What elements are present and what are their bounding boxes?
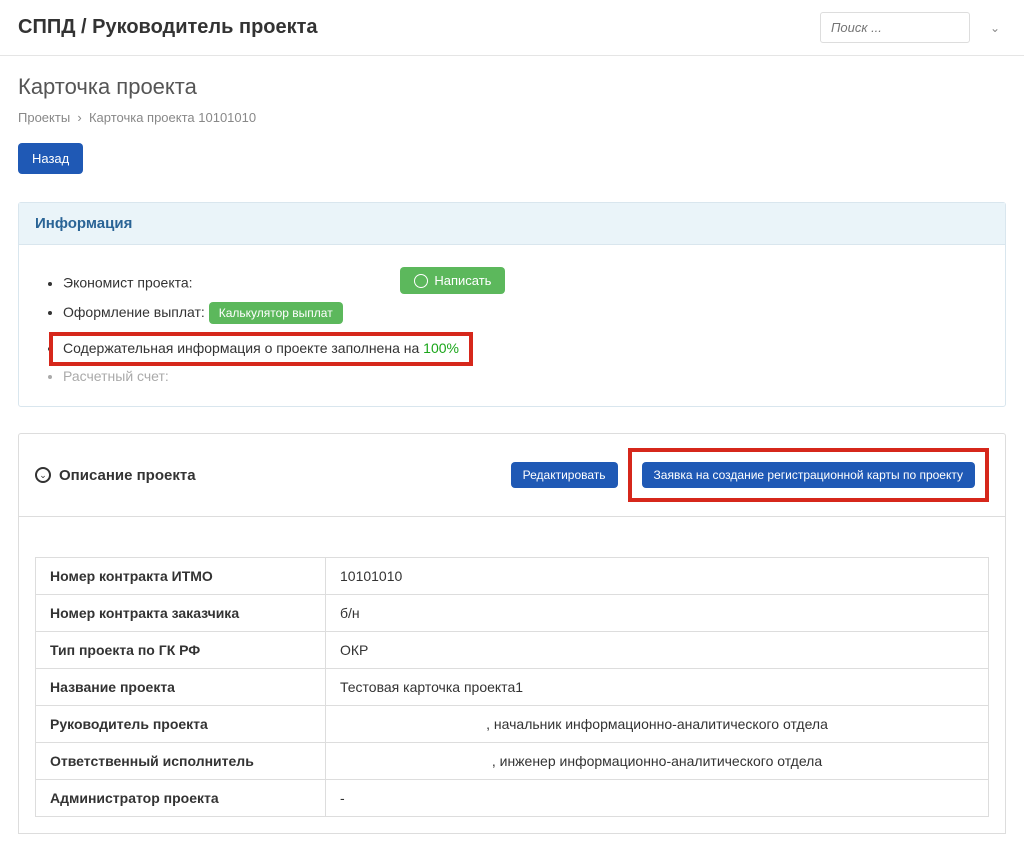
breadcrumb-current: Карточка проекта 10101010 bbox=[89, 110, 256, 125]
chevron-circle-icon[interactable]: ⌄ bbox=[35, 467, 51, 483]
back-button[interactable]: Назад bbox=[18, 143, 83, 174]
chevron-down-icon[interactable]: ⌄ bbox=[984, 21, 1006, 35]
table-row: Название проектаТестовая карточка проект… bbox=[36, 669, 989, 706]
account-label: Расчетный счет: bbox=[63, 368, 169, 384]
row-label: Администратор проекта bbox=[36, 780, 326, 817]
create-registration-card-button[interactable]: Заявка на создание регистрационной карты… bbox=[642, 462, 975, 488]
table-row: Номер контракта заказчикаб/н bbox=[36, 595, 989, 632]
row-label: Тип проекта по ГК РФ bbox=[36, 632, 326, 669]
list-item: Содержательная информация о проекте запо… bbox=[63, 328, 981, 370]
table-row: Руководитель проекта, начальник информац… bbox=[36, 706, 989, 743]
row-label: Ответственный исполнитель bbox=[36, 743, 326, 780]
page-title: Карточка проекта bbox=[18, 74, 1006, 100]
table-row: Тип проекта по ГК РФОКР bbox=[36, 632, 989, 669]
payments-label: Оформление выплат: bbox=[63, 304, 205, 320]
list-item: Экономист проекта: Написать bbox=[63, 263, 981, 298]
row-label: Номер контракта заказчика bbox=[36, 595, 326, 632]
row-label: Номер контракта ИТМО bbox=[36, 558, 326, 595]
row-value: 10101010 bbox=[326, 558, 989, 595]
app-title: СППД / Руководитель проекта bbox=[18, 16, 318, 39]
write-button[interactable]: Написать bbox=[400, 267, 505, 294]
row-value: - bbox=[326, 780, 989, 817]
list-item: Оформление выплат: Калькулятор выплат bbox=[63, 298, 981, 328]
economist-label: Экономист проекта: bbox=[63, 275, 193, 291]
row-value: б/н bbox=[326, 595, 989, 632]
row-value: Тестовая карточка проекта1 bbox=[326, 669, 989, 706]
row-value: , инженер информационно-аналитического о… bbox=[326, 743, 989, 780]
row-label: Руководитель проекта bbox=[36, 706, 326, 743]
breadcrumb: Проекты › Карточка проекта 10101010 bbox=[18, 110, 1006, 125]
row-value: ОКР bbox=[326, 632, 989, 669]
message-icon bbox=[414, 274, 428, 288]
description-section-title: Описание проекта bbox=[59, 467, 503, 484]
calculator-button[interactable]: Калькулятор выплат bbox=[209, 302, 343, 324]
search-input[interactable] bbox=[820, 12, 970, 43]
highlighted-create-card: Заявка на создание регистрационной карты… bbox=[628, 448, 989, 502]
row-label: Название проекта bbox=[36, 669, 326, 706]
table-row: Номер контракта ИТМО10101010 bbox=[36, 558, 989, 595]
row-value: , начальник информационно-аналитического… bbox=[326, 706, 989, 743]
completion-percent: 100% bbox=[423, 340, 459, 356]
breadcrumb-root[interactable]: Проекты bbox=[18, 110, 70, 125]
highlighted-completion-info: Содержательная информация о проекте запо… bbox=[49, 332, 473, 366]
description-table: Номер контракта ИТМО10101010Номер контра… bbox=[35, 557, 989, 817]
table-row: Администратор проекта- bbox=[36, 780, 989, 817]
info-panel-heading: Информация bbox=[19, 203, 1005, 245]
edit-button[interactable]: Редактировать bbox=[511, 462, 618, 488]
table-row: Ответственный исполнитель, инженер инфор… bbox=[36, 743, 989, 780]
